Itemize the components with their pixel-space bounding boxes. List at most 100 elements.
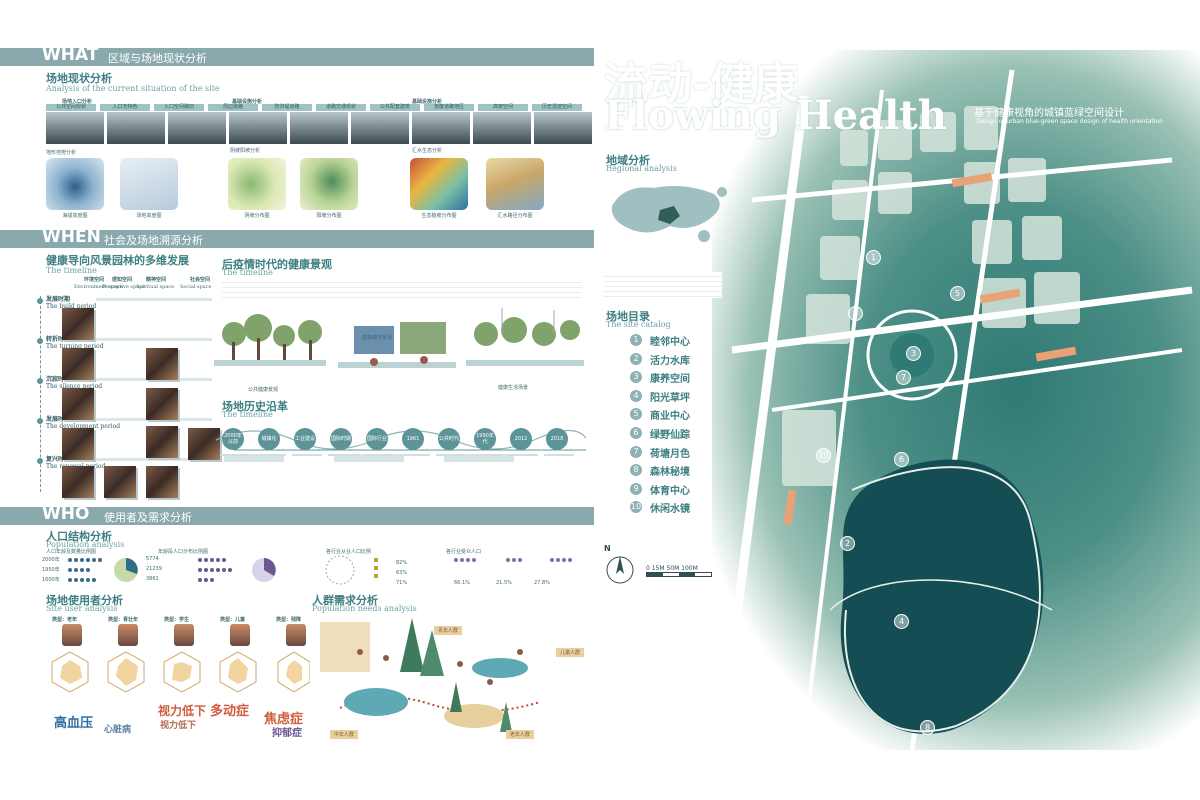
timeline-note-line <box>436 454 466 456</box>
needs-tag: 儿童人群 <box>556 648 585 657</box>
catalog-number: 5 <box>630 408 642 421</box>
space-type-en: Social space <box>180 284 212 290</box>
catalog-number: 8 <box>630 464 642 477</box>
space-type-cn: 感知空间 <box>112 277 133 283</box>
period-note-line <box>96 298 212 301</box>
timeline-note-line <box>292 454 322 456</box>
health-scenes-illustration <box>214 308 584 368</box>
history-subtitle: The timeline <box>222 410 273 419</box>
word-heart: 心脏病 <box>104 725 132 735</box>
what-label: WHAT <box>42 45 99 65</box>
word-hypertension: 高血压 <box>54 716 94 731</box>
map-marker: 1 <box>866 250 881 265</box>
map-marker: 9 <box>848 306 863 321</box>
user-avatar <box>62 624 82 646</box>
space-type-cn: 环境空间 <box>84 277 105 283</box>
when-subtitle: 社会及场地溯源分析 <box>104 234 203 247</box>
master-plan-roads <box>721 69 1193 750</box>
timeline-note-line <box>508 454 538 456</box>
map-marker: 8 <box>920 720 935 735</box>
scale-bar <box>646 572 712 577</box>
period-cube <box>104 466 136 498</box>
terrain-map-3 <box>228 158 286 210</box>
post-epidemic-text-block <box>222 278 582 302</box>
timeline-note-line <box>472 454 502 456</box>
site-photo <box>229 112 287 144</box>
timeline-node: 1961 <box>402 428 424 450</box>
catalog-item-label: 康养空间 <box>650 374 690 386</box>
timeline-note-line <box>364 454 394 456</box>
terrain-caption-1: 海拔高度图 <box>62 213 88 219</box>
photo-tag: 入口无特色 <box>100 104 150 111</box>
catalog-item-label: 绿野仙踪 <box>650 430 690 441</box>
terrain-caption-6: 汇水路径分布图 <box>497 213 533 219</box>
terrain-label-3: 汇水生态分析 <box>412 148 443 154</box>
hero-title-en: Flowing Health <box>604 92 947 139</box>
site-photo <box>290 112 348 144</box>
user-type-label: 类型：儿童 <box>220 617 246 623</box>
site-photo <box>534 112 592 144</box>
terrain-caption-3: 阴坡分布图 <box>244 213 270 219</box>
period-cube <box>62 466 94 498</box>
period-cube <box>146 426 178 458</box>
user-type-label: 类型：老年 <box>52 617 78 623</box>
period-cube <box>62 388 94 420</box>
photo-tag: 周边道路 <box>208 104 258 111</box>
word-adhd: 多动症 <box>210 704 250 719</box>
site-user-subtitle: Site user analysis <box>46 604 118 613</box>
timeline-node: 2000年以前 <box>222 428 244 450</box>
word-depression: 抑郁症 <box>272 728 302 739</box>
pop-value: 3861 <box>146 576 159 582</box>
who-band: WHO 使用者及需求分析 <box>0 504 594 525</box>
timeline-note-line <box>544 454 574 456</box>
map-marker: 2 <box>840 536 855 551</box>
timeline-note-line <box>220 454 250 456</box>
what-band: WHAT 区域与场地现状分析 <box>0 45 594 66</box>
needs-tag: 老年人群 <box>506 730 535 739</box>
timeline-node: 城镇化 <box>258 428 280 450</box>
space-type-cn: 社会空间 <box>190 277 211 283</box>
terrain-caption-2: 场地高度图 <box>136 213 162 219</box>
terrain-caption-5: 生态植被分布图 <box>421 213 457 219</box>
scene-label-2: 健康城市景观 <box>362 335 393 341</box>
regional-locator-map <box>611 186 727 242</box>
site-photo <box>351 112 409 144</box>
timeline-node: 2018 <box>546 428 568 450</box>
catalog-subtitle: The site catalog <box>606 320 671 329</box>
catalog-item-label: 活力水库 <box>650 355 690 367</box>
map-marker: 5 <box>950 286 965 301</box>
photo-tag: 道路交通现状 <box>316 104 366 111</box>
pop-value: 63% <box>396 570 408 576</box>
who-subtitle: 使用者及需求分析 <box>104 511 192 524</box>
user-type-label: 类型：青壮年 <box>108 617 139 623</box>
timeline-note-line <box>400 454 430 456</box>
healthy-dev-subtitle: The timeline <box>46 266 97 275</box>
who-label: WHO <box>42 504 90 524</box>
map-marker: 4 <box>894 614 909 629</box>
period-cube <box>62 348 94 380</box>
catalog-number: 2 <box>630 352 642 365</box>
period-cn: 发展时期 <box>46 296 71 303</box>
period-cube <box>146 466 178 498</box>
when-label: WHEN <box>42 227 101 247</box>
user-radar-charts <box>51 651 310 692</box>
catalog-item-label: 阳光草坪 <box>650 392 690 404</box>
period-note-line <box>96 338 212 341</box>
photo-tag: 防洪堤道路 <box>262 104 312 111</box>
terrain-label-2: 阴坡阳坡分析 <box>230 148 261 154</box>
regional-text-block <box>604 272 722 298</box>
timeline-node: 工业建设 <box>294 428 316 450</box>
pop-value: 21239 <box>146 566 162 572</box>
site-status-subtitle: Analysis of the current situation of the… <box>46 84 220 93</box>
user-avatar <box>230 624 250 646</box>
post-epidemic-subtitle: The timeline <box>222 268 273 277</box>
catalog-item-label: 睦邻中心 <box>650 337 690 348</box>
map-marker: 10 <box>816 448 831 463</box>
catalog-number: 10 <box>630 501 642 514</box>
map-marker: 3 <box>906 346 921 361</box>
pop-value: 2000年 <box>42 557 60 563</box>
site-photo <box>46 112 104 144</box>
catalog-number: 1 <box>630 334 642 346</box>
pop-value: 27.8% <box>534 580 550 586</box>
period-dot <box>37 418 43 424</box>
